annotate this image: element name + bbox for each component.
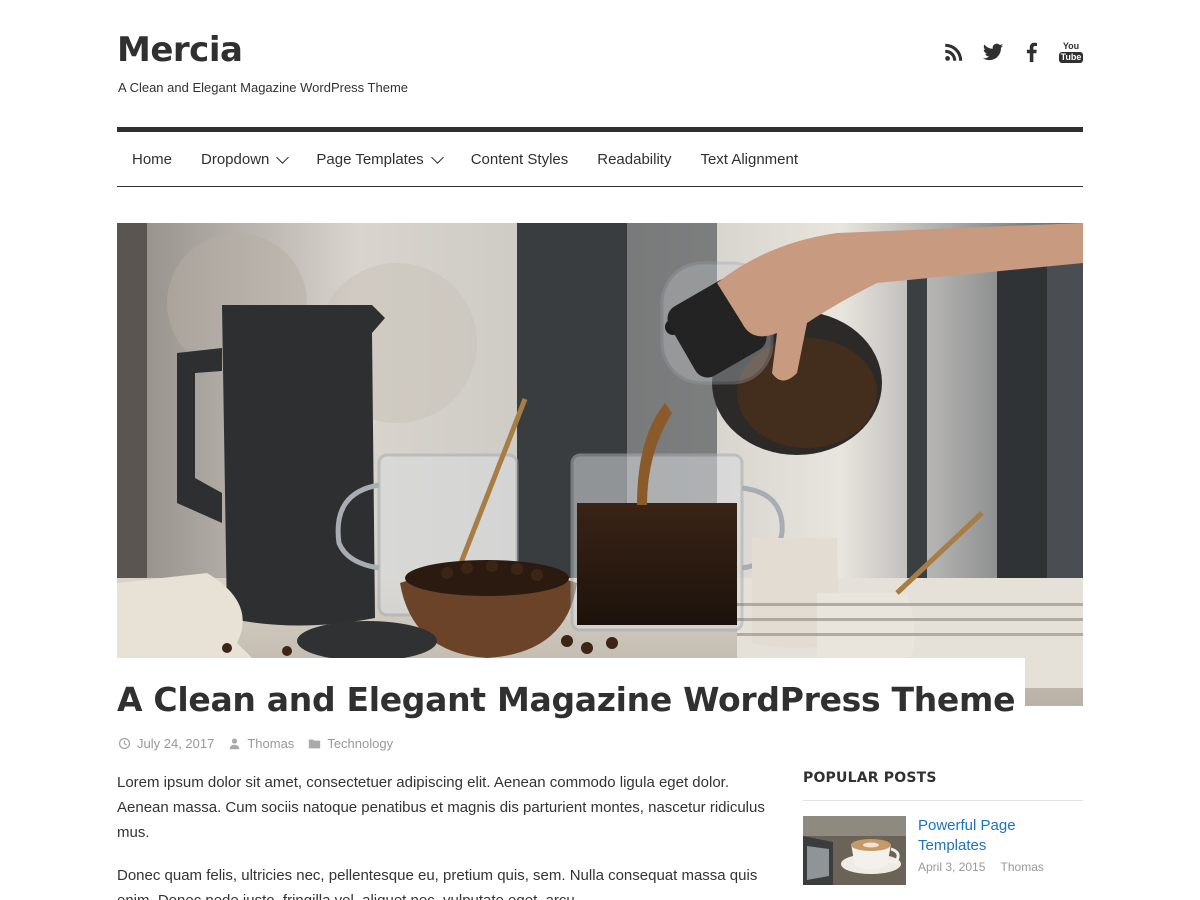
popular-post-thumbnail[interactable] xyxy=(803,816,906,885)
chevron-down-icon xyxy=(276,150,290,164)
popular-post-title[interactable]: Powerful Page Templates xyxy=(918,816,1083,856)
twitter-icon[interactable] xyxy=(981,38,1005,66)
clock-icon xyxy=(118,737,131,750)
post-content: Lorem ipsum dolor sit amet, consectetuer… xyxy=(117,770,777,900)
sidebar: POPULAR POSTS Powerful Page Templates Ap… xyxy=(803,770,1083,885)
main-navigation: Home Dropdown Page Templates Content Sty… xyxy=(117,127,1083,187)
featured-image[interactable] xyxy=(117,223,1083,706)
post-meta: July 24, 2017 Thomas Technology xyxy=(118,736,407,751)
nav-item-readability[interactable]: Readability xyxy=(597,151,671,168)
nav-item-home[interactable]: Home xyxy=(132,151,172,168)
popular-post-date[interactable]: April 3, 2015 xyxy=(918,860,985,874)
paragraph: Donec quam felis, ultricies nec, pellent… xyxy=(117,867,758,900)
rss-icon[interactable] xyxy=(942,38,966,66)
nav-item-label: Readability xyxy=(597,150,672,168)
youtube-label-top: You xyxy=(1062,40,1080,51)
nav-item-label: Home xyxy=(132,150,173,168)
nav-item-label: Page Templates xyxy=(316,150,424,168)
youtube-label-bottom: Tube xyxy=(1058,51,1084,63)
nav-item-label: Content Styles xyxy=(470,150,569,168)
user-icon xyxy=(229,738,240,750)
post-category[interactable]: Technology xyxy=(308,736,393,751)
folder-icon xyxy=(309,739,321,749)
popular-post-meta: April 3, 2015 Thomas xyxy=(918,860,1083,874)
post-author-text: Thomas xyxy=(247,736,295,751)
post-title-box: A Clean and Elegant Magazine WordPress T… xyxy=(117,658,1025,719)
nav-item-label: Dropdown xyxy=(201,150,270,168)
social-links: You Tube xyxy=(942,38,1084,66)
nav-item-content-styles[interactable]: Content Styles xyxy=(471,151,569,168)
post-category-text: Technology xyxy=(327,736,394,751)
nav-item-label: Text Alignment xyxy=(700,150,799,168)
nav-item-page-templates[interactable]: Page Templates xyxy=(316,150,444,168)
paragraph: Lorem ipsum dolor sit amet, consectetuer… xyxy=(117,774,765,841)
post-author[interactable]: Thomas xyxy=(228,736,294,751)
post-title[interactable]: A Clean and Elegant Magazine WordPress T… xyxy=(117,680,1025,719)
facebook-icon[interactable] xyxy=(1020,38,1044,66)
popular-post-author[interactable]: Thomas xyxy=(1001,860,1044,874)
post-date-text: July 24, 2017 xyxy=(137,736,215,751)
widget-title: POPULAR POSTS xyxy=(803,770,1083,801)
popular-post-item: Powerful Page Templates April 3, 2015 Th… xyxy=(803,816,1083,885)
youtube-icon[interactable]: You Tube xyxy=(1058,38,1084,66)
nav-item-text-alignment[interactable]: Text Alignment xyxy=(700,151,798,168)
site-title[interactable]: Mercia xyxy=(117,30,243,70)
chevron-down-icon xyxy=(430,150,444,164)
post-date[interactable]: July 24, 2017 xyxy=(118,736,214,751)
site-tagline: A Clean and Elegant Magazine WordPress T… xyxy=(118,80,409,95)
nav-item-dropdown[interactable]: Dropdown xyxy=(201,150,290,168)
